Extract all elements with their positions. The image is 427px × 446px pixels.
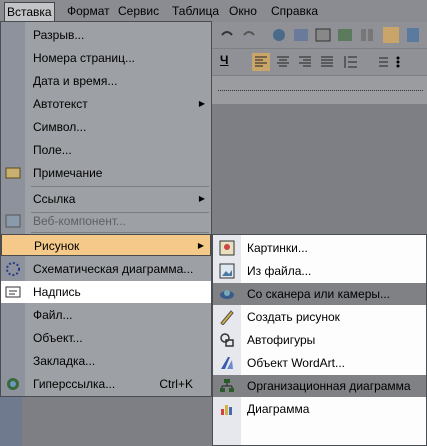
- menu-format[interactable]: Формат: [65, 3, 112, 20]
- insert-menu: Разрыв... Номера страниц... Дата и время…: [0, 21, 212, 397]
- menu-item-comment[interactable]: Примечание: [1, 162, 211, 184]
- hyperlink-icon: [7, 378, 19, 390]
- menu-item-object[interactable]: Объект...: [1, 327, 211, 349]
- ruler[interactable]: [212, 76, 427, 104]
- schematic-diagram-icon: [6, 262, 20, 276]
- menu-item-web-component: Веб-компонент...: [1, 210, 211, 232]
- autoshapes-icon: [220, 333, 234, 347]
- menu-insert[interactable]: Вставка: [4, 2, 55, 22]
- picture-submenu: Картинки... Из файла... Со сканера или к…: [212, 234, 427, 446]
- clip-art-icon: [219, 240, 235, 256]
- menu-item-file[interactable]: Файл...: [1, 304, 211, 326]
- insert-excel-icon[interactable]: [336, 26, 354, 44]
- align-right-icon[interactable]: [296, 53, 314, 71]
- drawing-icon[interactable]: [382, 26, 400, 44]
- hyperlink-shortcut: Ctrl+K: [159, 377, 193, 391]
- menu-bar: Вставка Формат Сервис Таблица Окно Справ…: [0, 0, 427, 23]
- tables-borders-icon[interactable]: [292, 26, 310, 44]
- menu-item-picture[interactable]: Рисунок ▶: [1, 234, 211, 256]
- menu-item-break[interactable]: Разрыв...: [1, 24, 211, 46]
- bullets-icon[interactable]: [394, 53, 412, 71]
- menu-item-symbol[interactable]: Символ...: [1, 116, 211, 138]
- submenu-arrow-icon: ▶: [198, 194, 205, 203]
- menu-item-hyperlink[interactable]: Гиперссылка... Ctrl+K: [1, 373, 211, 395]
- menu-window[interactable]: Окно: [227, 3, 259, 20]
- submenu-arrow-icon: ▶: [197, 241, 204, 250]
- menu-item-reference[interactable]: Ссылка ▶: [1, 188, 211, 210]
- picture-file-icon: [219, 263, 235, 279]
- wordart-icon: [221, 357, 233, 369]
- menu-help[interactable]: Справка: [269, 3, 320, 20]
- submenu-item-wordart[interactable]: Объект WordArt...: [213, 352, 426, 374]
- menu-tools[interactable]: Сервис: [116, 3, 161, 20]
- chart-icon: [221, 405, 232, 415]
- submenu-item-new-drawing[interactable]: Создать рисунок: [213, 306, 426, 328]
- insert-table-icon[interactable]: [314, 26, 332, 44]
- submenu-item-org-chart[interactable]: Организационная диаграмма: [213, 375, 426, 397]
- org-chart-icon: [220, 379, 234, 392]
- menu-item-field[interactable]: Поле...: [1, 139, 211, 161]
- submenu-arrow-icon: ▶: [198, 99, 205, 108]
- comment-icon: [5, 167, 21, 179]
- line-spacing-icon[interactable]: [342, 53, 360, 71]
- redo-icon[interactable]: [240, 26, 258, 44]
- justify-icon[interactable]: [318, 53, 336, 71]
- undo-icon[interactable]: [218, 26, 236, 44]
- menu-table[interactable]: Таблица: [170, 3, 221, 20]
- submenu-item-clip-art[interactable]: Картинки...: [213, 237, 426, 259]
- underline-icon[interactable]: Ч: [220, 53, 228, 67]
- menu-item-date-time[interactable]: Дата и время...: [1, 70, 211, 92]
- submenu-item-scanner[interactable]: Со сканера или камеры...: [213, 283, 426, 305]
- numbering-icon[interactable]: [372, 53, 390, 71]
- menu-item-diagram[interactable]: Схематическая диаграмма...: [1, 258, 211, 280]
- submenu-item-chart[interactable]: Диаграмма: [213, 398, 426, 420]
- columns-icon[interactable]: [358, 26, 376, 44]
- doc-map-icon[interactable]: [404, 26, 422, 44]
- align-left-icon[interactable]: [252, 53, 270, 71]
- submenu-item-autoshapes[interactable]: Автофигуры: [213, 329, 426, 351]
- hyperlink-icon[interactable]: [270, 26, 288, 44]
- text-box-icon: [5, 286, 21, 298]
- submenu-item-from-file[interactable]: Из файла...: [213, 260, 426, 282]
- standard-toolbar: [212, 22, 427, 48]
- menu-item-text-box[interactable]: Надпись: [1, 281, 211, 303]
- menu-item-autotext[interactable]: Автотекст ▶: [1, 93, 211, 115]
- new-drawing-icon: [220, 310, 234, 325]
- web-component-icon: [5, 214, 21, 228]
- scanner-icon: [220, 290, 234, 299]
- formatting-toolbar: Ч: [212, 49, 427, 75]
- align-center-icon[interactable]: [274, 53, 292, 71]
- menu-item-bookmark[interactable]: Закладка...: [1, 350, 211, 372]
- menu-item-page-numbers[interactable]: Номера страниц...: [1, 47, 211, 69]
